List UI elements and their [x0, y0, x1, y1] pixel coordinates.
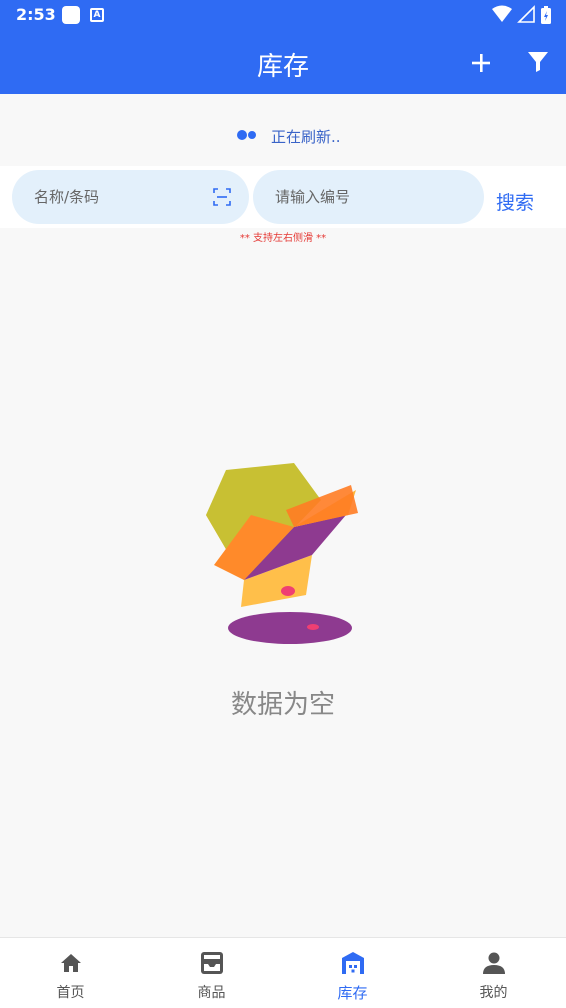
- code-input[interactable]: [275, 184, 435, 210]
- search-button[interactable]: 搜索: [496, 188, 534, 215]
- app-bar: 库存: [0, 30, 566, 94]
- empty-box-icon: [206, 463, 358, 644]
- nav-item-inventory[interactable]: 库存: [282, 938, 423, 1008]
- battery-icon: [541, 6, 551, 24]
- notification-square-icon: [62, 6, 80, 24]
- nav-label-mine: 我的: [479, 985, 508, 1001]
- name-search-field[interactable]: [12, 170, 249, 224]
- refresh-indicator: 正在刷新..: [0, 94, 566, 166]
- inbox-icon: [201, 952, 223, 974]
- empty-state-text: 数据为空: [230, 690, 335, 720]
- status-icons: [491, 5, 552, 25]
- notification-a-icon: A: [90, 8, 104, 22]
- bottom-nav: 首页 商品 库存 我的: [0, 937, 566, 1008]
- refresh-text: 正在刷新..: [271, 128, 341, 146]
- signal-icon: [516, 5, 535, 23]
- loading-dots-icon: [237, 130, 256, 140]
- code-search-field[interactable]: [253, 170, 484, 224]
- filter-icon[interactable]: [524, 48, 552, 76]
- nav-label-inventory: 库存: [337, 984, 368, 1002]
- swipe-hint: ** 支持左右侧滑 **: [239, 233, 327, 244]
- warehouse-icon: [342, 952, 364, 974]
- home-icon: [61, 954, 81, 972]
- status-time: 2:53: [16, 5, 56, 24]
- scan-icon[interactable]: [213, 188, 231, 206]
- person-icon: [483, 952, 505, 974]
- add-button[interactable]: [466, 48, 496, 78]
- name-barcode-input[interactable]: [34, 184, 194, 210]
- nav-item-goods[interactable]: 商品: [141, 938, 282, 1008]
- screen: 2:53 A 库存 正在刷新.. 名称/条码 请输入编号 搜索 ** 支持左右侧…: [0, 0, 566, 1008]
- nav-label-home: 首页: [56, 985, 85, 1001]
- status-bar: 2:53 A: [0, 0, 566, 30]
- nav-item-mine[interactable]: 我的: [423, 938, 564, 1008]
- wifi-icon: [491, 5, 512, 22]
- nav-label-goods: 商品: [197, 985, 226, 1001]
- search-row: 搜索: [0, 166, 566, 228]
- nav-item-home[interactable]: 首页: [0, 938, 141, 1008]
